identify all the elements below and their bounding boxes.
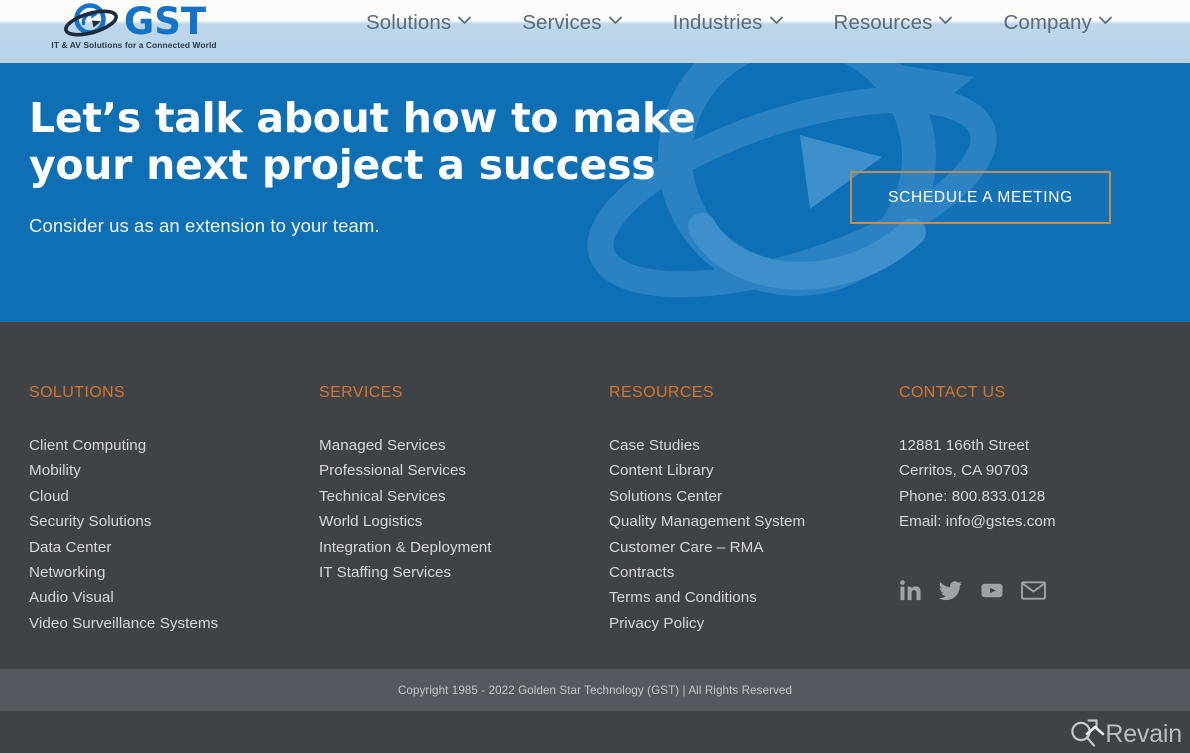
- chevron-down-icon: [769, 16, 783, 28]
- footer-link-networking[interactable]: Networking: [29, 560, 319, 585]
- footer-column-solutions: SOLUTIONS Client Computing Mobility Clou…: [29, 384, 319, 636]
- footer-column-services: SERVICES Managed Services Professional S…: [319, 384, 609, 636]
- nav-label: Solutions: [366, 10, 452, 34]
- schedule-a-meeting-button[interactable]: SCHEDULE A MEETING: [850, 171, 1111, 224]
- footer-link-case-studies[interactable]: Case Studies: [609, 433, 899, 458]
- site-footer: SOLUTIONS Client Computing Mobility Clou…: [0, 322, 1190, 711]
- nav-label: Resources: [833, 10, 933, 34]
- footer-link-privacy-policy[interactable]: Privacy Policy: [609, 611, 899, 636]
- scroll-to-top-button[interactable]: [1078, 723, 1112, 749]
- footer-link-solutions-center[interactable]: Solutions Center: [609, 484, 899, 509]
- footer-link-managed-services[interactable]: Managed Services: [319, 433, 609, 458]
- social-links: [899, 579, 1189, 607]
- footer-heading-solutions: SOLUTIONS: [29, 384, 126, 401]
- nav-item-company[interactable]: Company: [977, 11, 1136, 35]
- footer-link-contracts[interactable]: Contracts: [609, 560, 899, 585]
- footer-heading-resources: RESOURCES: [609, 384, 714, 401]
- nav-item-industries[interactable]: Industries: [647, 11, 808, 35]
- nav-item-solutions[interactable]: Solutions: [340, 11, 496, 35]
- footer-link-it-staffing-services[interactable]: IT Staffing Services: [319, 560, 609, 585]
- revain-wordmark: Revain: [1105, 719, 1182, 748]
- youtube-icon[interactable]: [980, 579, 1004, 607]
- copyright-text: Copyright 1985 - 2022 Golden Star Techno…: [397, 683, 793, 697]
- hero-banner: Let’s talk about how to make your next p…: [0, 63, 1190, 322]
- twitter-icon[interactable]: [938, 579, 963, 607]
- footer-link-video-surveillance-systems[interactable]: Video Surveillance Systems: [29, 611, 319, 636]
- hero-title: Let’s talk about how to make your next p…: [29, 94, 696, 189]
- logo-wordmark: GST: [123, 0, 207, 43]
- site-header: GST IT & AV Solutions for a Connected Wo…: [0, 0, 1190, 63]
- copyright-bar: Copyright 1985 - 2022 Golden Star Techno…: [0, 669, 1190, 711]
- footer-link-integration-deployment[interactable]: Integration & Deployment: [319, 535, 609, 560]
- nav-label: Company: [1003, 10, 1092, 34]
- footer-link-professional-services[interactable]: Professional Services: [319, 458, 609, 483]
- footer-column-contact-us: CONTACT US 12881 166th Street Cerritos, …: [899, 384, 1189, 636]
- footer-link-technical-services[interactable]: Technical Services: [319, 484, 609, 509]
- logo-row: GST: [62, 1, 206, 43]
- footer-link-security-solutions[interactable]: Security Solutions: [29, 509, 319, 534]
- footer-link-terms-and-conditions[interactable]: Terms and Conditions: [609, 585, 899, 610]
- footer-heading-contact-us: CONTACT US: [899, 384, 1006, 401]
- nav-item-resources[interactable]: Resources: [808, 11, 978, 35]
- chevron-down-icon: [458, 16, 472, 28]
- chevron-down-icon: [939, 16, 953, 28]
- contact-street: 12881 166th Street: [899, 437, 1030, 454]
- contact-city-state-zip: Cerritos, CA 90703: [899, 462, 1029, 480]
- contact-email[interactable]: Email: info@gstes.com: [899, 509, 1189, 534]
- site-logo[interactable]: GST IT & AV Solutions for a Connected Wo…: [48, 0, 220, 58]
- nav-label: Industries: [672, 10, 763, 34]
- chevron-down-icon: [1098, 16, 1112, 28]
- footer-link-world-logistics[interactable]: World Logistics: [319, 509, 609, 534]
- logo-tagline: IT & AV Solutions for a Connected World: [51, 40, 217, 50]
- contact-phone[interactable]: Phone: 800.833.0128: [899, 484, 1189, 509]
- gst-orbit-swoosh-icon: [62, 1, 126, 43]
- footer-link-audio-visual[interactable]: Audio Visual: [29, 585, 319, 610]
- nav-label: Services: [522, 10, 602, 34]
- linkedin-icon[interactable]: [899, 579, 922, 607]
- footer-link-data-center[interactable]: Data Center: [29, 535, 319, 560]
- footer-link-quality-management-system[interactable]: Quality Management System: [609, 509, 899, 534]
- page-root: GST IT & AV Solutions for a Connected Wo…: [0, 0, 1190, 753]
- chevron-down-icon: [608, 16, 622, 28]
- footer-columns: SOLUTIONS Client Computing Mobility Clou…: [0, 384, 1190, 636]
- footer-heading-services: SERVICES: [319, 384, 403, 401]
- footer-link-mobility[interactable]: Mobility: [29, 458, 319, 483]
- footer-link-client-computing[interactable]: Client Computing: [29, 433, 319, 458]
- footer-link-cloud[interactable]: Cloud: [29, 484, 319, 509]
- main-navigation: Solutions Services Industries Resources: [340, 0, 1137, 45]
- footer-link-customer-care-rma[interactable]: Customer Care – RMA: [609, 535, 899, 560]
- footer-column-resources: RESOURCES Case Studies Content Library S…: [609, 384, 899, 636]
- footer-link-content-library[interactable]: Content Library: [609, 458, 899, 483]
- email-icon[interactable]: [1021, 579, 1046, 607]
- nav-item-services[interactable]: Services: [496, 11, 646, 35]
